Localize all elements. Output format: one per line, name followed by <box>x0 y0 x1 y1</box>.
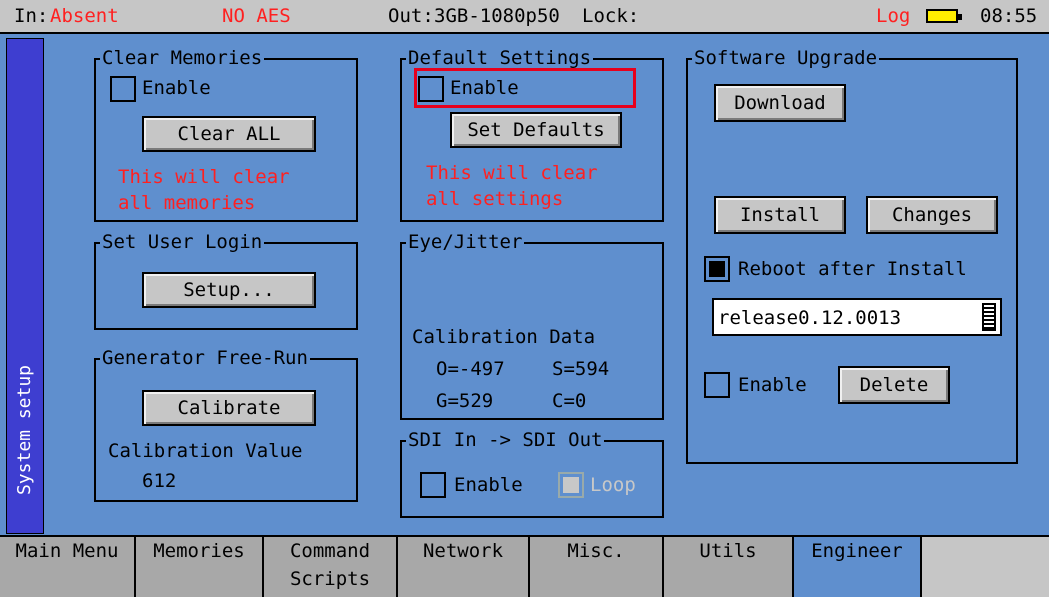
release-select-value: release0.12.0013 <box>718 307 902 329</box>
calibration-s-value: S=594 <box>552 358 610 380</box>
tab-command-scripts[interactable]: Command Scripts <box>264 537 398 597</box>
calibration-c-value: C=0 <box>552 390 587 412</box>
generator-title: Generator Free-Run <box>100 346 310 370</box>
lock-label: Lock: <box>582 5 640 27</box>
tab-label-line-2: Scripts <box>289 568 371 590</box>
aes-status: NO AES <box>222 5 291 27</box>
sdi-loop-title: SDI In -> SDI Out <box>406 428 605 452</box>
tab-label: Misc. <box>567 540 625 562</box>
tab-bar: Main Menu Memories Command Scripts Netwo… <box>0 535 1049 597</box>
tab-misc[interactable]: Misc. <box>530 537 664 597</box>
delete-enable-label: Enable <box>738 374 807 396</box>
clear-memories-group: Clear Memories Enable Clear ALL This wil… <box>94 46 358 222</box>
output-label: Out: <box>388 5 434 27</box>
tab-main-menu[interactable]: Main Menu <box>0 537 136 597</box>
release-select[interactable]: release0.12.0013 <box>712 298 1002 336</box>
eye-jitter-title: Eye/Jitter <box>406 230 525 254</box>
tab-bar-filler <box>922 537 1049 597</box>
sidebar: System setup <box>6 38 44 534</box>
delete-enable-checkbox[interactable] <box>704 372 730 398</box>
set-defaults-button[interactable]: Set Defaults <box>450 112 622 148</box>
delete-button[interactable]: Delete <box>838 366 950 404</box>
default-settings-warning-1: This will clear <box>426 162 598 184</box>
list-scroll-icon[interactable] <box>982 303 996 331</box>
input-label: In: <box>14 5 49 27</box>
input-status: Absent <box>50 5 119 27</box>
clock: 08:55 <box>980 5 1038 27</box>
battery-icon <box>926 9 962 23</box>
sdi-enable-label: Enable <box>454 474 523 496</box>
calibration-g-value: G=529 <box>436 390 494 412</box>
tab-memories[interactable]: Memories <box>136 537 264 597</box>
tab-label: Memories <box>153 540 245 562</box>
status-bar: In: Absent NO AES Out: 3GB-1080p50 Lock:… <box>0 0 1049 34</box>
eye-jitter-group: Eye/Jitter Calibration Data O=-497 S=594… <box>400 230 664 420</box>
tab-label: Network <box>422 540 504 562</box>
tab-engineer[interactable]: Engineer <box>794 537 922 597</box>
sdi-loop-checkbox[interactable] <box>558 472 584 498</box>
reboot-after-install-label: Reboot after Install <box>738 258 967 280</box>
sdi-enable-checkbox[interactable] <box>420 472 446 498</box>
clear-memories-warning-2: all memories <box>118 192 256 214</box>
default-settings-title: Default Settings <box>406 46 594 70</box>
tab-label-line-1: Command <box>289 540 371 562</box>
generator-group: Generator Free-Run Calibrate Calibration… <box>94 346 358 502</box>
setup-button[interactable]: Setup... <box>142 272 316 308</box>
clear-memories-title: Clear Memories <box>100 46 265 70</box>
sdi-loop-group: SDI In -> SDI Out Enable Loop <box>400 428 664 518</box>
clear-memories-enable-checkbox[interactable] <box>110 76 136 102</box>
tab-label: Engineer <box>811 540 903 562</box>
calibration-value-label: Calibration Value <box>108 440 303 462</box>
reboot-after-install-checkbox[interactable] <box>704 256 730 282</box>
log-indicator: Log <box>876 5 911 27</box>
sdi-loop-label: Loop <box>590 474 636 496</box>
clear-memories-enable-label: Enable <box>142 77 211 99</box>
tab-label: Main Menu <box>15 540 119 562</box>
calibrate-button[interactable]: Calibrate <box>142 390 316 426</box>
calibration-data-label: Calibration Data <box>412 326 596 348</box>
clear-memories-warning-1: This will clear <box>118 166 290 188</box>
default-settings-warning-2: all settings <box>426 188 564 210</box>
download-button[interactable]: Download <box>714 84 846 122</box>
focus-highlight <box>414 68 636 108</box>
default-settings-group: Default Settings Enable Set Defaults Thi… <box>400 46 664 222</box>
software-upgrade-title: Software Upgrade <box>692 46 880 70</box>
tab-network[interactable]: Network <box>398 537 530 597</box>
clear-all-button[interactable]: Clear ALL <box>142 116 316 152</box>
default-settings-enable-label: Enable <box>450 77 519 99</box>
install-button[interactable]: Install <box>714 196 846 234</box>
sidebar-title: System setup <box>14 364 35 496</box>
user-login-title: Set User Login <box>100 230 265 254</box>
tab-label: Utils <box>699 540 757 562</box>
analyzer-screen: In: Absent NO AES Out: 3GB-1080p50 Lock:… <box>0 0 1049 597</box>
tab-utils[interactable]: Utils <box>664 537 794 597</box>
software-upgrade-group: Software Upgrade Download Install Change… <box>686 46 1018 464</box>
user-login-group: Set User Login Setup... <box>94 230 358 330</box>
output-format: 3GB-1080p50 <box>434 5 560 27</box>
calibration-o-value: O=-497 <box>436 358 505 380</box>
calibration-value: 612 <box>142 470 177 492</box>
default-settings-enable-checkbox[interactable] <box>418 76 444 102</box>
changes-button[interactable]: Changes <box>866 196 998 234</box>
